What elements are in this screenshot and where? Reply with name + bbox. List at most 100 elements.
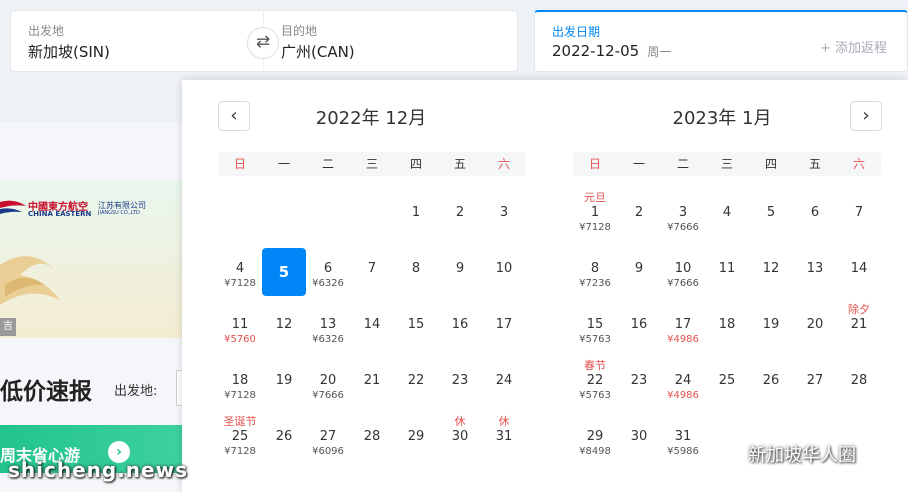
origin-value: 新加坡(SIN) xyxy=(28,43,110,61)
calendar-day[interactable]: 19 xyxy=(749,304,793,354)
calendar-day[interactable]: 24 xyxy=(482,360,526,410)
calendar-day[interactable]: 12 xyxy=(749,248,793,298)
calendar-day[interactable]: 8 ¥7236 xyxy=(573,248,617,298)
day-number: 14 xyxy=(850,261,868,276)
day-number: 30 xyxy=(630,429,648,444)
calendar-day[interactable]: 16 xyxy=(438,304,482,354)
departure-date-field[interactable]: 出发日期 2022-12-05 周一 + 添加返程 xyxy=(534,10,908,72)
day-number: 14 xyxy=(363,317,381,332)
calendar-day[interactable]: 除夕 21 xyxy=(837,304,881,354)
calendar-day[interactable]: 20 xyxy=(793,304,837,354)
calendar-day[interactable]: 7 xyxy=(350,248,394,298)
calendar-day[interactable]: 18 xyxy=(705,304,749,354)
calendar-day-selected[interactable]: 5 xyxy=(262,248,306,298)
day-number: 31 xyxy=(495,429,513,444)
destination-field[interactable]: 目的地 广州(CAN) xyxy=(263,10,518,72)
calendar-day[interactable]: 22 xyxy=(394,360,438,410)
calendar-day[interactable]: 20 ¥7666 xyxy=(306,360,350,410)
calendar-day[interactable]: 14 xyxy=(350,304,394,354)
calendar-day[interactable]: 27 ¥6096 xyxy=(306,416,350,466)
calendar-day[interactable]: 21 xyxy=(350,360,394,410)
calendar-day[interactable]: 23 xyxy=(617,360,661,410)
day-price: ¥4986 xyxy=(667,334,699,345)
day-number: 5 xyxy=(278,263,290,281)
wechat-icon xyxy=(714,441,743,463)
calendar-day[interactable]: 18 ¥7128 xyxy=(218,360,262,410)
calendar-day[interactable]: 16 xyxy=(617,304,661,354)
calendar-day[interactable]: 11 ¥5760 xyxy=(218,304,262,354)
weekday-header-right: 日一二三四五六 xyxy=(573,152,881,176)
calendar-day[interactable]: 3 xyxy=(482,192,526,242)
calendar-day[interactable]: 26 xyxy=(262,416,306,466)
day-number: 2 xyxy=(455,205,465,220)
month-title-right: 2023年 1月 xyxy=(672,108,772,129)
calendar-day[interactable]: 10 xyxy=(482,248,526,298)
day-price: ¥4986 xyxy=(667,390,699,401)
calendar-day[interactable]: 17 ¥4986 xyxy=(661,304,705,354)
day-number: 16 xyxy=(451,317,469,332)
calendar-day[interactable]: 5 xyxy=(749,192,793,242)
day-number: 31 xyxy=(674,429,692,444)
calendar-day[interactable]: 28 xyxy=(837,360,881,410)
holiday-label: 除夕 xyxy=(848,303,870,316)
calendar-day[interactable]: 6 ¥6326 xyxy=(306,248,350,298)
calendar-day[interactable]: 休 30 xyxy=(438,416,482,466)
calendar-day[interactable]: 9 xyxy=(617,248,661,298)
calendar-day[interactable]: 圣诞节 25 ¥7128 xyxy=(218,416,262,466)
calendar-day[interactable]: 25 xyxy=(705,360,749,410)
calendar-day[interactable]: 29 ¥8498 xyxy=(573,416,617,466)
calendar-day[interactable]: 15 xyxy=(394,304,438,354)
calendar-day[interactable]: 元旦 1 ¥7128 xyxy=(573,192,617,242)
calendar-day[interactable]: 休 31 xyxy=(482,416,526,466)
calendar-day[interactable]: 12 xyxy=(262,304,306,354)
calendar-day[interactable]: 15 ¥5763 xyxy=(573,304,617,354)
calendar-day[interactable]: 2 xyxy=(438,192,482,242)
calendar-day[interactable]: 3 ¥7666 xyxy=(661,192,705,242)
calendar-day[interactable]: 19 xyxy=(262,360,306,410)
calendar-day[interactable]: 30 xyxy=(617,416,661,466)
airline-name-en: CHINA EASTERN xyxy=(28,210,92,218)
weekday-label: 六 xyxy=(497,157,510,171)
calendar-day[interactable]: 11 xyxy=(705,248,749,298)
watermark-right: 新加坡华人圈 xyxy=(748,445,856,466)
day-number: 11 xyxy=(718,261,736,276)
day-number: 9 xyxy=(455,261,465,276)
calendar-day[interactable]: 14 xyxy=(837,248,881,298)
day-number: 29 xyxy=(586,429,604,444)
day-number: 23 xyxy=(630,373,648,388)
calendar-day[interactable]: 10 ¥7666 xyxy=(661,248,705,298)
calendar-day[interactable]: 23 xyxy=(438,360,482,410)
day-number: 7 xyxy=(367,261,377,276)
calendar-day[interactable]: 4 ¥7128 xyxy=(218,248,262,298)
swap-cities-icon[interactable]: ⇄ xyxy=(247,27,279,59)
calendar-day[interactable]: 4 xyxy=(705,192,749,242)
calendar-day[interactable]: 17 xyxy=(482,304,526,354)
holiday-label: 元旦 xyxy=(584,191,606,204)
calendar-day[interactable]: 29 xyxy=(394,416,438,466)
promo-title: 低价速报 xyxy=(0,379,92,405)
weekday-label: 三 xyxy=(720,157,733,171)
calendar-day[interactable]: 28 xyxy=(350,416,394,466)
day-price: ¥7128 xyxy=(579,222,611,233)
calendar-day[interactable]: 6 xyxy=(793,192,837,242)
calendar-day[interactable]: 1 xyxy=(394,192,438,242)
calendar-day[interactable]: 27 xyxy=(793,360,837,410)
calendar-day[interactable]: 24 ¥4986 xyxy=(661,360,705,410)
calendar-day[interactable]: 26 xyxy=(749,360,793,410)
calendar-day[interactable]: 春节 22 ¥5763 xyxy=(573,360,617,410)
calendar-day[interactable]: 13 xyxy=(793,248,837,298)
day-price: ¥5763 xyxy=(579,334,611,345)
calendar-day[interactable]: 31 ¥5986 xyxy=(661,416,705,466)
calendar-day[interactable]: 9 xyxy=(438,248,482,298)
add-return-button[interactable]: + 添加返程 xyxy=(820,37,887,56)
day-number: 22 xyxy=(407,373,425,388)
day-number: 28 xyxy=(363,429,381,444)
day-number: 6 xyxy=(323,261,333,276)
origin-field[interactable]: 出发地 新加坡(SIN) xyxy=(10,10,265,72)
calendar-day[interactable]: 7 xyxy=(837,192,881,242)
calendar-day[interactable]: 13 ¥6326 xyxy=(306,304,350,354)
weekday-label: 日 xyxy=(588,157,601,171)
calendar-day[interactable]: 2 xyxy=(617,192,661,242)
calendar-day[interactable]: 8 xyxy=(394,248,438,298)
day-price: ¥5763 xyxy=(579,390,611,401)
